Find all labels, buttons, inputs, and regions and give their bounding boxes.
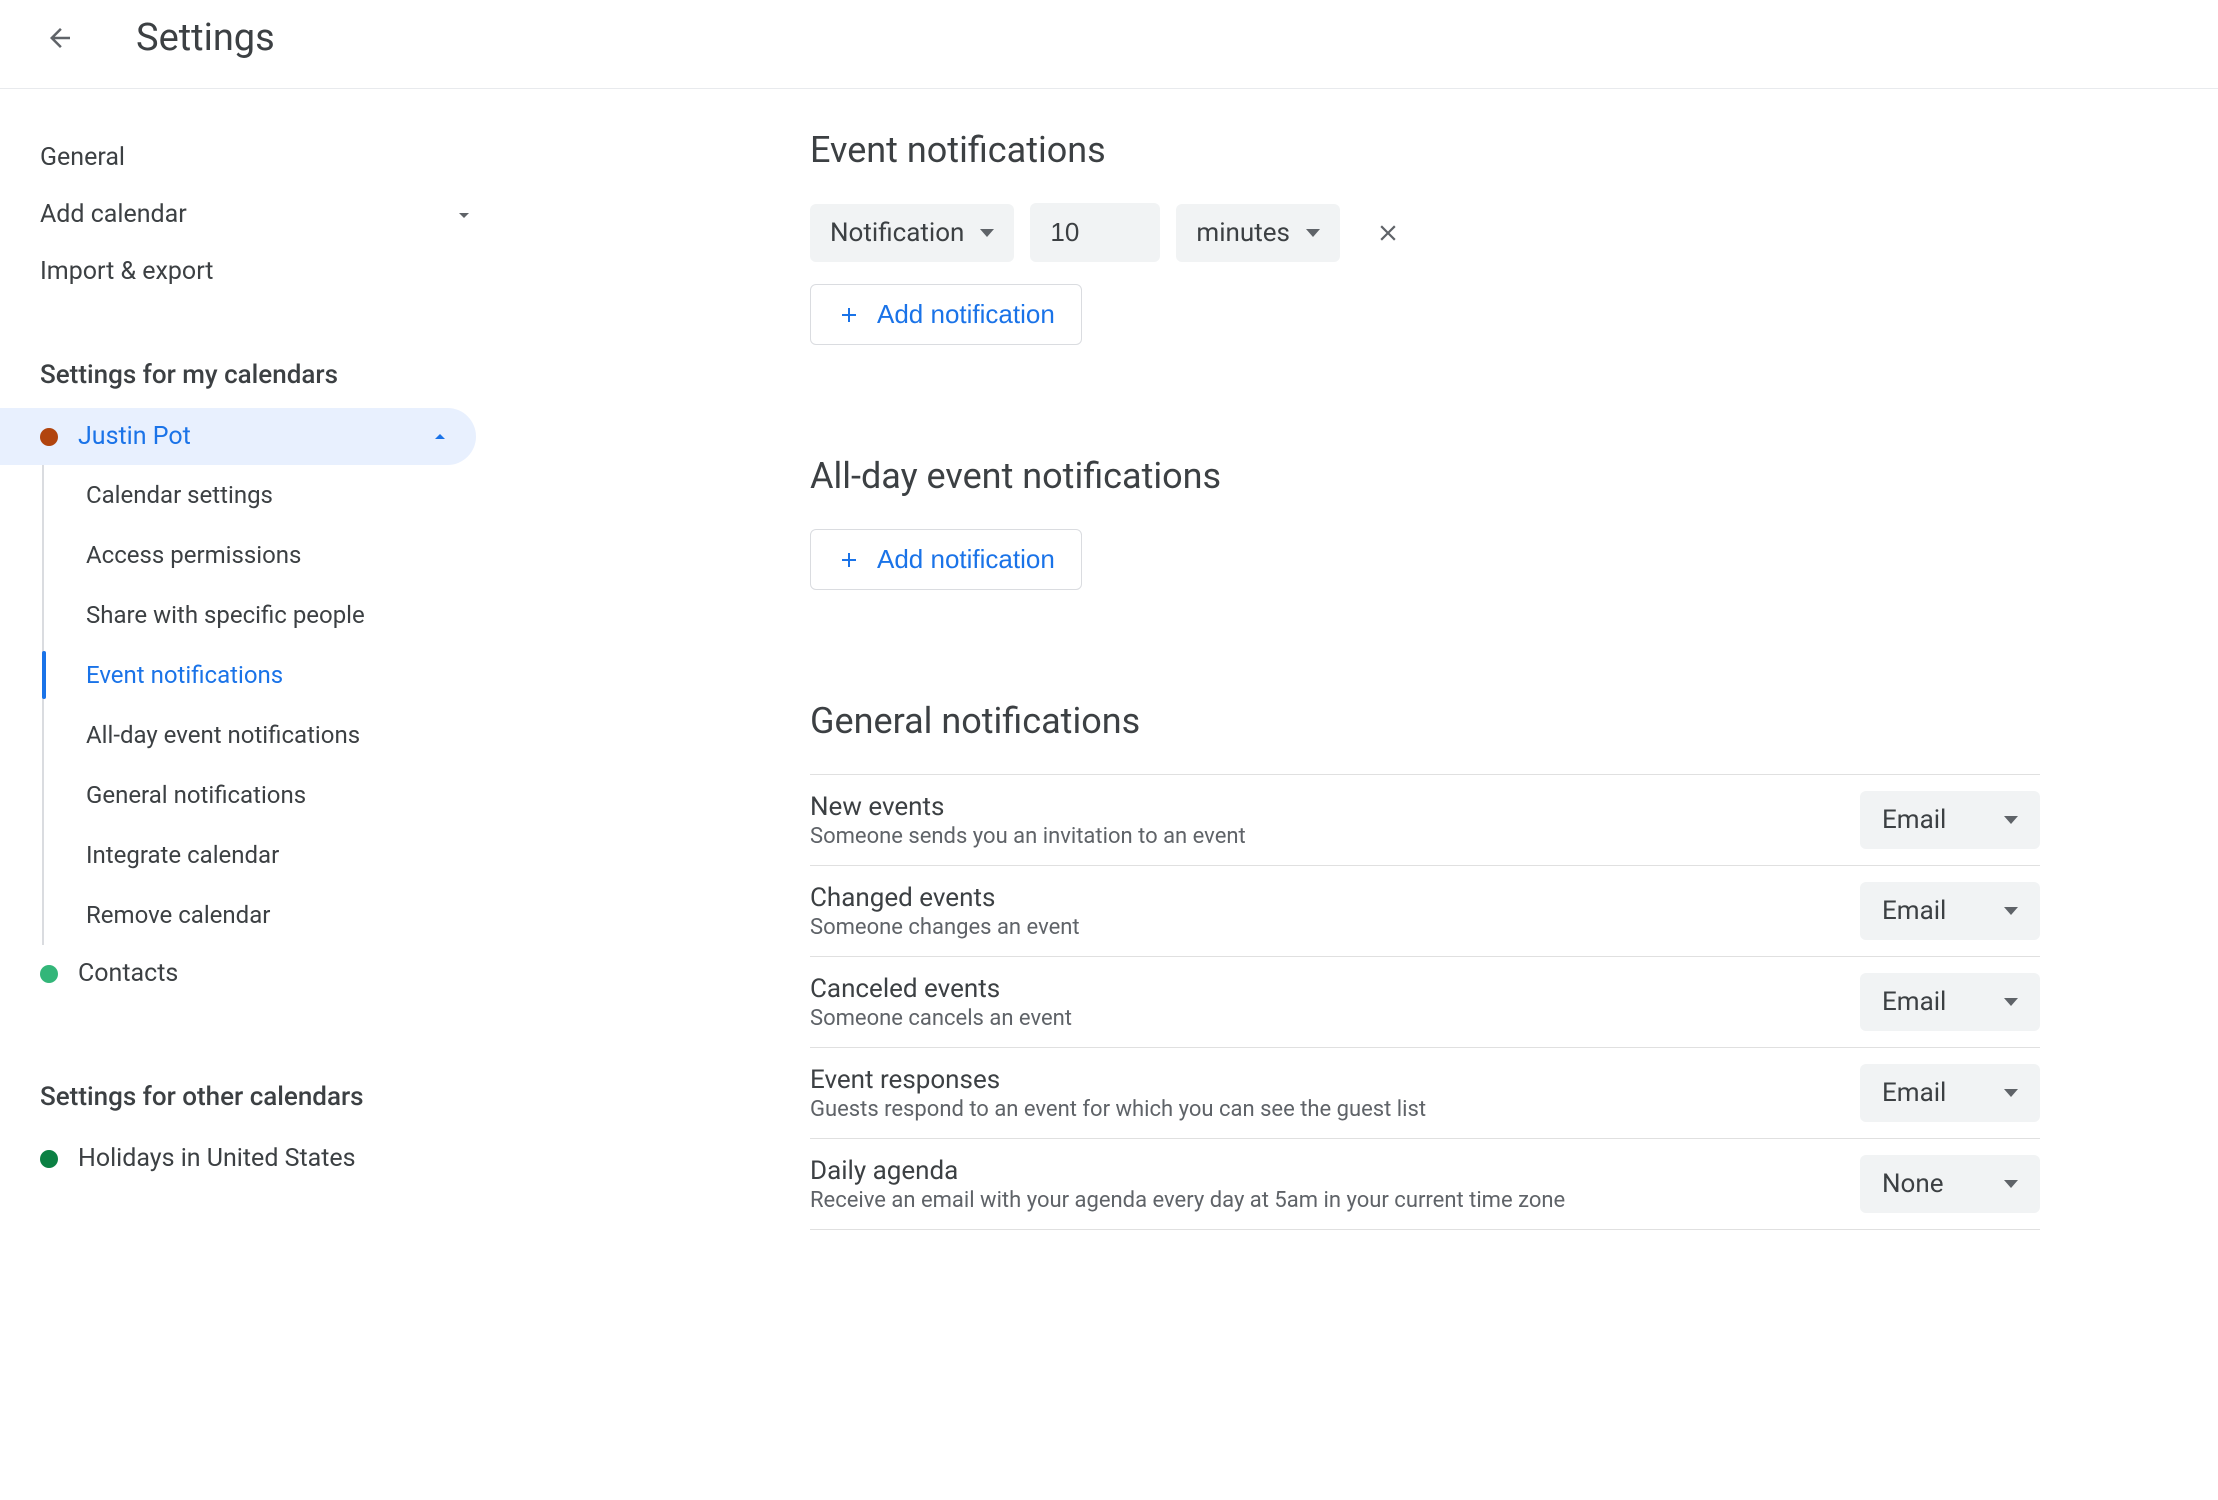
subnav-remove-calendar[interactable]: Remove calendar xyxy=(44,885,500,945)
sidebar-item-add-calendar[interactable]: Add calendar xyxy=(0,186,500,243)
subnav-share-specific-people[interactable]: Share with specific people xyxy=(44,585,500,645)
gn-desc: Guests respond to an event for which you… xyxy=(810,1097,1426,1122)
notification-type-select[interactable]: Notification xyxy=(810,204,1014,262)
select-value: Email xyxy=(1882,805,1946,835)
sidebar-item-label: Add calendar xyxy=(40,200,187,229)
gn-row-canceled-events: Canceled events Someone cancels an event… xyxy=(810,957,2040,1048)
caret-down-icon xyxy=(2004,1180,2018,1188)
add-allday-notification-button[interactable]: Add notification xyxy=(810,529,1082,590)
gn-title: Changed events xyxy=(810,883,1080,913)
sidebar-calendar-holidays-us[interactable]: Holidays in United States xyxy=(0,1130,476,1187)
button-label: Add notification xyxy=(877,544,1055,575)
page-title: Settings xyxy=(136,16,275,60)
general-notifications-list: New events Someone sends you an invitati… xyxy=(810,774,2040,1230)
select-value: None xyxy=(1882,1169,1944,1199)
gn-title: Event responses xyxy=(810,1065,1426,1095)
remove-notification-button[interactable] xyxy=(1368,213,1408,253)
calendar-name: Contacts xyxy=(78,959,178,988)
gn-select-event-responses[interactable]: Email xyxy=(1860,1064,2040,1122)
button-label: Add notification xyxy=(877,299,1055,330)
calendar-color-dot xyxy=(40,428,58,446)
gn-select-canceled-events[interactable]: Email xyxy=(1860,973,2040,1031)
select-value: Notification xyxy=(830,218,964,248)
caret-down-icon xyxy=(2004,1089,2018,1097)
section-title: Event notifications xyxy=(810,129,2040,171)
gn-title: New events xyxy=(810,792,1246,822)
sidebar-item-label: General xyxy=(40,143,125,172)
gn-desc: Receive an email with your agenda every … xyxy=(810,1188,1565,1213)
back-button[interactable] xyxy=(40,18,80,58)
layout: General Add calendar Import & export Set… xyxy=(0,89,2218,1270)
caret-down-icon xyxy=(980,229,994,237)
gn-desc: Someone changes an event xyxy=(810,915,1080,940)
subnav-general-notifications[interactable]: General notifications xyxy=(44,765,500,825)
gn-select-changed-events[interactable]: Email xyxy=(1860,882,2040,940)
caret-down-icon xyxy=(2004,998,2018,1006)
gn-title: Canceled events xyxy=(810,974,1072,1004)
select-value: Email xyxy=(1882,896,1946,926)
sidebar-calendar-justin-pot[interactable]: Justin Pot xyxy=(0,408,476,465)
gn-row-changed-events: Changed events Someone changes an event … xyxy=(810,866,2040,957)
gn-desc: Someone cancels an event xyxy=(810,1006,1072,1031)
gn-row-daily-agenda: Daily agenda Receive an email with your … xyxy=(810,1139,2040,1230)
sidebar-heading-other-calendars: Settings for other calendars xyxy=(0,1002,500,1130)
main-content: Event notifications Notification minutes… xyxy=(500,89,2218,1270)
notification-row: Notification minutes xyxy=(810,203,2040,262)
sidebar-item-import-export[interactable]: Import & export xyxy=(0,243,500,300)
sidebar-item-general[interactable]: General xyxy=(0,129,500,186)
sidebar-item-label: Import & export xyxy=(40,257,213,286)
notification-unit-select[interactable]: minutes xyxy=(1176,204,1340,262)
chevron-up-icon xyxy=(428,425,452,449)
select-value: minutes xyxy=(1196,218,1290,248)
caret-down-icon xyxy=(1306,229,1320,237)
gn-title: Daily agenda xyxy=(810,1156,1565,1186)
gn-row-event-responses: Event responses Guests respond to an eve… xyxy=(810,1048,2040,1139)
subnav-calendar-settings[interactable]: Calendar settings xyxy=(44,465,500,525)
notification-value-input[interactable] xyxy=(1030,203,1160,262)
calendar-color-dot xyxy=(40,965,58,983)
calendar-color-dot xyxy=(40,1150,58,1168)
calendar-name: Holidays in United States xyxy=(78,1144,356,1173)
sidebar: General Add calendar Import & export Set… xyxy=(0,89,500,1270)
sidebar-calendar-contacts[interactable]: Contacts xyxy=(0,945,476,1002)
section-allday-notifications: All-day event notifications Add notifica… xyxy=(810,455,2040,590)
subnav-access-permissions[interactable]: Access permissions xyxy=(44,525,500,585)
chevron-down-icon xyxy=(452,203,476,227)
select-value: Email xyxy=(1882,987,1946,1017)
sidebar-heading-my-calendars: Settings for my calendars xyxy=(0,300,500,408)
header: Settings xyxy=(0,0,2218,89)
add-notification-button[interactable]: Add notification xyxy=(810,284,1082,345)
gn-select-daily-agenda[interactable]: None xyxy=(1860,1155,2040,1213)
section-title: All-day event notifications xyxy=(810,455,2040,497)
select-value: Email xyxy=(1882,1078,1946,1108)
arrow-left-icon xyxy=(45,23,75,53)
close-icon xyxy=(1375,220,1401,246)
caret-down-icon xyxy=(2004,907,2018,915)
subnav-event-notifications[interactable]: Event notifications xyxy=(44,645,500,705)
subnav-allday-event-notifications[interactable]: All-day event notifications xyxy=(44,705,500,765)
calendar-name: Justin Pot xyxy=(78,422,191,451)
section-general-notifications: General notifications New events Someone… xyxy=(810,700,2040,1230)
section-event-notifications: Event notifications Notification minutes… xyxy=(810,129,2040,345)
subnav-integrate-calendar[interactable]: Integrate calendar xyxy=(44,825,500,885)
plus-icon xyxy=(837,548,861,572)
caret-down-icon xyxy=(2004,816,2018,824)
calendar-subnav: Calendar settings Access permissions Sha… xyxy=(42,465,500,945)
plus-icon xyxy=(837,303,861,327)
gn-row-new-events: New events Someone sends you an invitati… xyxy=(810,775,2040,866)
gn-desc: Someone sends you an invitation to an ev… xyxy=(810,824,1246,849)
gn-select-new-events[interactable]: Email xyxy=(1860,791,2040,849)
section-title: General notifications xyxy=(810,700,2040,742)
